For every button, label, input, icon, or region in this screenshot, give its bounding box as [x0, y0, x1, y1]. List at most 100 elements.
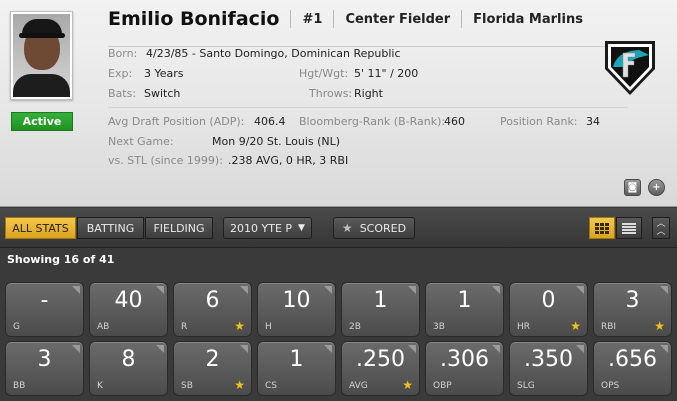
stat-value: .250: [356, 347, 405, 372]
tab-all-stats[interactable]: ALL STATS: [5, 217, 76, 239]
stat-label: OPS: [601, 381, 620, 391]
star-icon: ★: [570, 319, 581, 333]
stat-value: .656: [608, 347, 657, 372]
grid-view-button[interactable]: [589, 217, 615, 239]
born-value: 4/23/85 - Santo Domingo, Dominican Repub…: [146, 47, 401, 60]
stat-label: CS: [265, 381, 277, 391]
stat-tile-ops[interactable]: .656 OPS: [593, 341, 672, 396]
brank-value: 460: [444, 115, 465, 128]
throws-value: Right: [354, 87, 383, 100]
stat-label: G: [13, 322, 20, 332]
vs-opponent-label: vs. STL (since 1999):: [108, 154, 223, 167]
stat-label: AVG: [349, 381, 368, 391]
star-icon: ★: [234, 319, 245, 333]
stat-tile-3b[interactable]: 1 3B: [425, 282, 504, 337]
exp-label: Exp:: [108, 67, 133, 80]
player-photo: [10, 11, 73, 100]
chevron-up-icon: ︿: [656, 227, 666, 237]
stat-tile-obp[interactable]: .306 OBP: [425, 341, 504, 396]
list-view-button[interactable]: [616, 217, 642, 239]
stat-label: RBI: [601, 322, 617, 332]
stat-tile-avg[interactable]: .250 AVG ★: [341, 341, 420, 396]
player-details: Born: 4/23/85 - Santo Domingo, Dominican…: [108, 46, 628, 171]
stat-value: 3: [625, 288, 640, 313]
stat-label: BB: [13, 381, 26, 391]
player-name: Emilio Bonifacio: [108, 8, 280, 30]
season-select-value: 2010 YTE P: [230, 221, 293, 235]
next-game-label: Next Game:: [108, 135, 174, 148]
star-icon: ★: [402, 378, 413, 392]
stat-value: 1: [457, 288, 472, 313]
tab-batting[interactable]: BATTING: [77, 217, 144, 239]
stat-label: SLG: [517, 381, 535, 391]
stat-value: 1: [373, 288, 388, 313]
star-icon: ★: [654, 319, 665, 333]
stat-label: AB: [97, 322, 110, 332]
born-label: Born:: [108, 47, 138, 60]
stat-value: 10: [282, 288, 311, 313]
stat-tile-rbi[interactable]: 3 RBI ★: [593, 282, 672, 337]
next-game-value: Mon 9/20 St. Louis (NL): [212, 135, 341, 148]
position-rank-label: Position Rank:: [500, 115, 578, 128]
stat-tile-cs[interactable]: 1 CS: [257, 341, 336, 396]
stat-tile-2b[interactable]: 1 2B: [341, 282, 420, 337]
chevron-down-icon: ▼: [298, 223, 305, 233]
add-icon[interactable]: +: [648, 179, 665, 196]
stat-label: HR: [517, 322, 531, 332]
stat-tile-slg[interactable]: .350 SLG: [509, 341, 588, 396]
stat-label: 3B: [433, 322, 445, 332]
hgtwgt-label: Hgt/Wgt:: [299, 67, 349, 80]
stat-label: SB: [181, 381, 193, 391]
star-icon: ★: [234, 378, 245, 392]
stat-label: R: [181, 322, 188, 332]
stats-toolbar: ALL STATS BATTING FIELDING 2010 YTE P ▼ …: [0, 208, 677, 248]
collapse-button[interactable]: ︿ ︿: [652, 217, 670, 239]
season-select[interactable]: 2010 YTE P ▼: [223, 217, 312, 239]
watch-icon[interactable]: ◙: [624, 179, 641, 196]
stat-value: -: [40, 288, 49, 313]
stat-tile-r[interactable]: 6 R ★: [173, 282, 252, 337]
throws-label: Throws:: [309, 87, 353, 100]
stat-value: 1: [289, 347, 304, 372]
scored-button[interactable]: ★ SCORED: [333, 217, 415, 239]
stat-label: H: [265, 322, 272, 332]
scored-label: SCORED: [359, 221, 407, 235]
name-row: Emilio Bonifacio #1 Center Fielder Flori…: [108, 7, 583, 31]
stat-value: 0: [541, 288, 556, 313]
stat-tile-g[interactable]: -G: [5, 282, 84, 337]
adp-label: Avg Draft Position (ADP):: [108, 115, 245, 128]
stat-label: OBP: [433, 381, 452, 391]
grid-icon: [595, 222, 609, 234]
stat-tile-ab[interactable]: 40 AB: [89, 282, 168, 337]
adp-value: 406.4: [254, 115, 286, 128]
bats-label: Bats:: [108, 87, 137, 100]
status-badge: Active: [11, 112, 73, 131]
stat-label: K: [97, 381, 103, 391]
stat-tile-k[interactable]: 8K: [89, 341, 168, 396]
stat-tile-hr[interactable]: 0 HR ★: [509, 282, 588, 337]
stat-value: 3: [37, 347, 52, 372]
team-logo: [605, 41, 655, 95]
stat-value: .350: [524, 347, 573, 372]
stat-value: 8: [121, 347, 136, 372]
stat-tile-h[interactable]: 10 H: [257, 282, 336, 337]
position-rank-value: 34: [586, 115, 600, 128]
stat-label: 2B: [349, 322, 361, 332]
exp-value: 3 Years: [144, 67, 184, 80]
hgtwgt-value: 5' 11" / 200: [354, 67, 419, 80]
showing-count: Showing 16 of 41: [7, 253, 115, 266]
stat-value: 2: [205, 347, 220, 372]
player-position: Center Fielder: [345, 11, 451, 27]
tab-fielding[interactable]: FIELDING: [145, 217, 213, 239]
player-header: Active Emilio Bonifacio #1 Center Fielde…: [0, 0, 677, 207]
stat-value: 40: [114, 288, 143, 313]
stat-value: .306: [440, 347, 489, 372]
team-name: Florida Marlins: [473, 11, 583, 27]
bats-value: Switch: [144, 87, 181, 100]
jersey-number: #1: [302, 11, 323, 27]
brank-label: Bloomberg-Rank (B-Rank):: [299, 115, 446, 128]
list-icon: [622, 222, 636, 234]
stat-value: 6: [205, 288, 220, 313]
stat-tile-sb[interactable]: 2 SB ★: [173, 341, 252, 396]
stat-tile-bb[interactable]: 3 BB: [5, 341, 84, 396]
